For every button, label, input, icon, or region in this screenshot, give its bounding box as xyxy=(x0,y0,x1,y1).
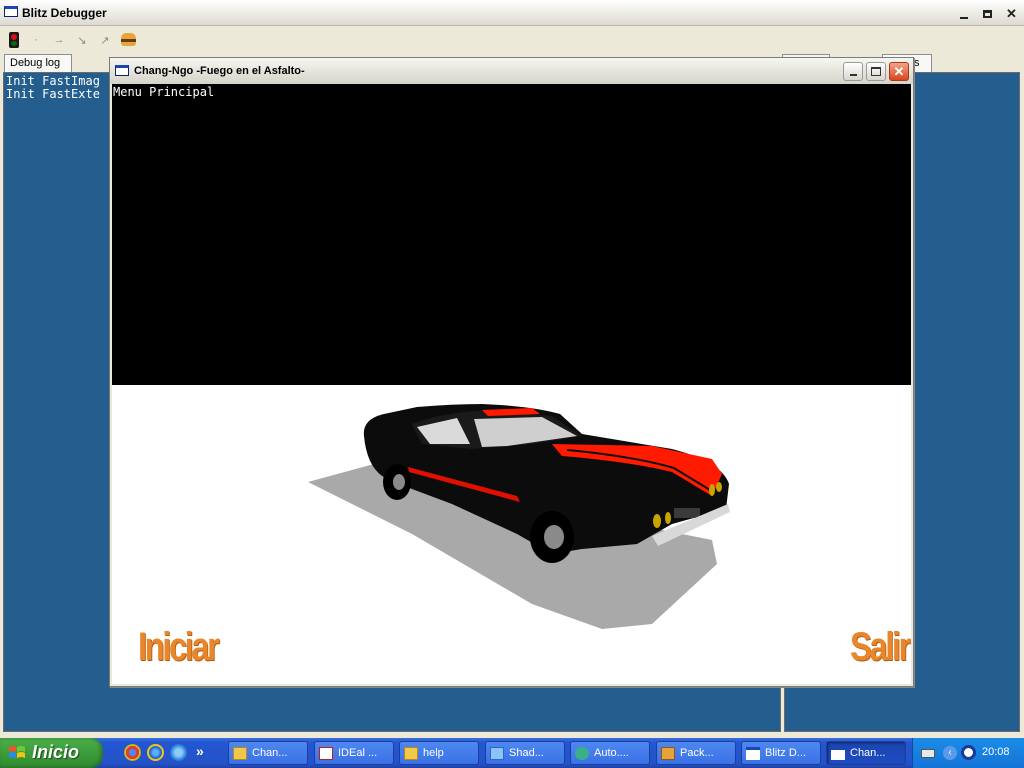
internet-explorer-icon[interactable] xyxy=(147,744,164,761)
arrow-right-icon: → xyxy=(53,34,65,46)
step-out-button[interactable]: ↗ xyxy=(96,31,114,49)
minimize-button[interactable] xyxy=(953,3,974,24)
desktop: Blitz Debugger ✕ · → ↘ ↗ Debug log ts In… xyxy=(0,0,1024,768)
window-icon xyxy=(831,746,845,760)
minimize-icon xyxy=(959,16,968,19)
start-button[interactable]: Inicio xyxy=(0,738,103,768)
menu-option-start[interactable]: Iniciar xyxy=(138,625,220,670)
taskbar-item-label: Chan... xyxy=(850,747,886,759)
start-label: Inicio xyxy=(32,742,80,762)
taskbar-item-active[interactable]: Chan... xyxy=(826,741,906,765)
debugger-title: Blitz Debugger xyxy=(22,6,107,20)
taskbar-item-label: Shad... xyxy=(509,747,544,759)
window-icon xyxy=(4,6,18,17)
taskbar-item[interactable]: Auto.... xyxy=(570,741,650,765)
folder-icon xyxy=(404,746,418,760)
debugger-toolbar: · → ↘ ↗ xyxy=(0,27,1024,54)
document-icon xyxy=(490,746,504,760)
quicklaunch-more-button[interactable]: » xyxy=(196,743,204,759)
package-icon xyxy=(661,746,675,760)
window-icon xyxy=(746,746,760,760)
game-close-button[interactable]: ✕ xyxy=(889,62,909,81)
dot-icon: · xyxy=(34,34,38,46)
taskbar-item-label: IDEal ... xyxy=(338,747,378,759)
car-grille xyxy=(674,508,700,518)
app-icon xyxy=(575,746,589,760)
taskbar-item[interactable]: Chan... xyxy=(228,741,308,765)
taskbar-item[interactable]: help xyxy=(399,741,479,765)
car-headlight xyxy=(709,484,715,496)
step-button[interactable]: · xyxy=(27,31,45,49)
debugger-titlebar[interactable]: Blitz Debugger ✕ xyxy=(0,0,1024,26)
restore-icon xyxy=(983,9,992,18)
car-headlight xyxy=(665,512,671,524)
taskbar: Inicio » Chan... IDEal ... help Shad... … xyxy=(0,738,1024,768)
taskbar-item[interactable]: Shad... xyxy=(485,741,565,765)
car-headlight xyxy=(653,514,661,528)
close-icon: ✕ xyxy=(893,63,905,79)
stop-button[interactable] xyxy=(5,31,23,49)
restore-button[interactable] xyxy=(977,3,998,24)
tab-debug-log[interactable]: Debug log xyxy=(4,54,72,72)
game-title: Chang-Ngo -Fuego en el Asfalto- xyxy=(134,65,305,77)
game-maximize-button[interactable] xyxy=(866,62,886,81)
car-headlight xyxy=(716,482,722,492)
document-icon xyxy=(319,746,333,760)
chrome-icon[interactable] xyxy=(124,744,141,761)
folder-icon xyxy=(233,746,247,760)
menu-option-exit[interactable]: Salir xyxy=(850,625,911,670)
close-button[interactable]: ✕ xyxy=(1001,3,1022,24)
car-model xyxy=(308,404,730,629)
game-minimize-button[interactable] xyxy=(843,62,863,81)
maximize-icon xyxy=(871,67,881,76)
arrow-down-right-icon: ↘ xyxy=(77,34,87,47)
chevron-left-icon[interactable]: ‹ xyxy=(943,746,957,760)
taskbar-item-label: Blitz D... xyxy=(765,747,806,759)
taskbar-item-label: Chan... xyxy=(252,747,288,759)
taskbar-item[interactable]: Blitz D... xyxy=(741,741,821,765)
game-titlebar[interactable]: Chang-Ngo -Fuego en el Asfalto- ✕ xyxy=(110,58,913,84)
keyboard-icon[interactable] xyxy=(921,749,935,758)
step-into-button[interactable]: ↘ xyxy=(73,31,91,49)
minimize-icon xyxy=(849,74,857,76)
window-icon xyxy=(115,65,129,76)
ie-settings-icon[interactable] xyxy=(170,744,187,761)
burger-icon xyxy=(120,33,136,47)
arrow-up-right-icon: ↗ xyxy=(100,34,110,47)
taskbar-item-label: help xyxy=(423,747,444,759)
step-over-button[interactable]: → xyxy=(50,31,68,49)
taskbar-item[interactable]: Pack... xyxy=(656,741,736,765)
windows-logo-icon xyxy=(9,746,25,758)
taskbar-item-label: Auto.... xyxy=(594,747,629,759)
app-tray-icon[interactable] xyxy=(961,745,976,760)
taskbar-item-label: Pack... xyxy=(680,747,714,759)
game-viewport[interactable]: Menu Principal Iniciar Salir xyxy=(112,84,911,684)
game-window: Chang-Ngo -Fuego en el Asfalto- ✕ Menu P… xyxy=(109,57,914,687)
end-button[interactable] xyxy=(119,31,137,49)
close-icon: ✕ xyxy=(1006,5,1017,21)
clock: 20:08 xyxy=(982,746,1010,758)
taskbar-item[interactable]: IDEal ... xyxy=(314,741,394,765)
log-line: Init FastExte xyxy=(6,87,100,101)
traffic-light-icon xyxy=(9,32,19,48)
